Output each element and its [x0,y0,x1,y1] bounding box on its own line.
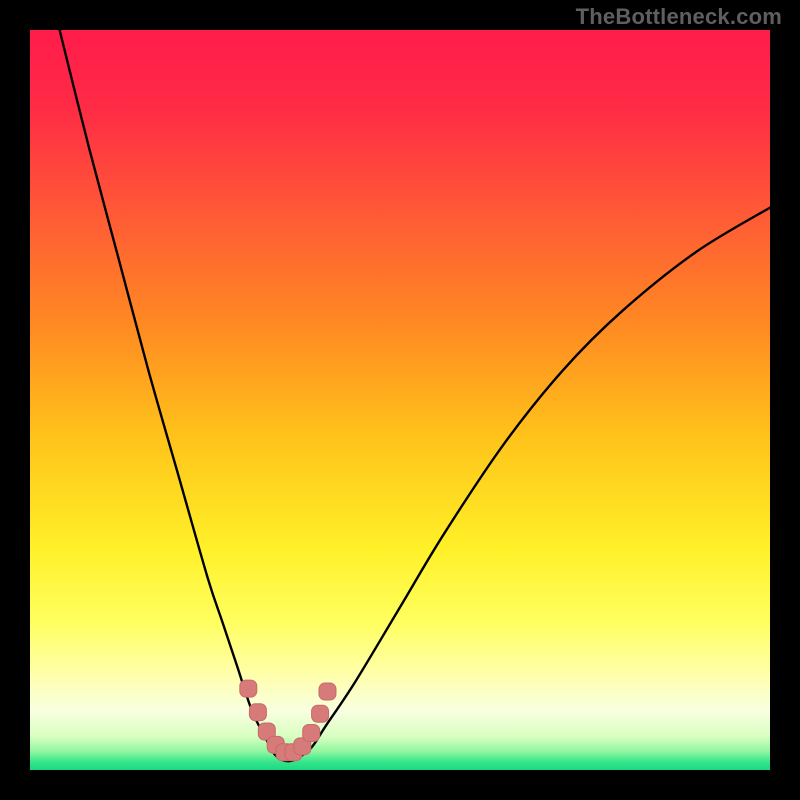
highlight-marker [240,680,257,697]
highlight-marker [312,705,329,722]
chart-background [30,30,770,770]
outer-frame: TheBottleneck.com [0,0,800,800]
highlight-marker [319,683,336,700]
highlight-marker [303,725,320,742]
highlight-marker [249,704,266,721]
watermark-text: TheBottleneck.com [576,4,782,30]
bottleneck-chart [30,30,770,770]
